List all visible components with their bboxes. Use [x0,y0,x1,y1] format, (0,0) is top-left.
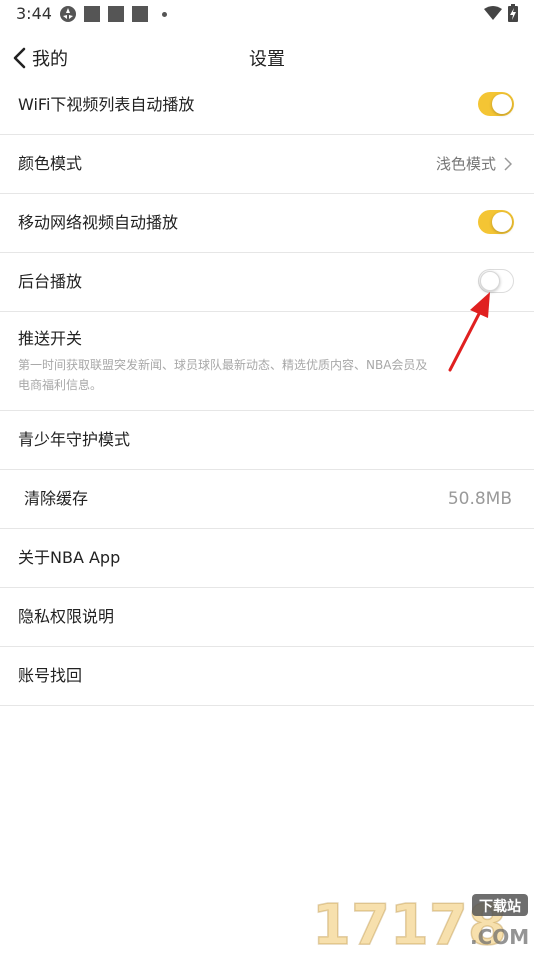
setting-color-mode[interactable]: 颜色模式 浅色模式 [0,135,534,194]
toggle-knob [492,94,512,114]
status-bar: 3:44 [0,0,534,28]
color-mode-value: 浅色模式 [435,155,496,173]
setting-youth-mode[interactable]: 青少年守护模式 [0,411,534,470]
push-description-line: 电商福利信息。 [18,378,103,392]
setting-label: 后台播放 [18,272,83,291]
watermark-tag: 下载站 [479,898,521,915]
page-title: 设置 [249,49,285,70]
header: 我的 设置 [0,36,534,80]
chevron-right-icon [504,157,512,171]
setting-label: 账号找回 [18,666,83,685]
setting-label: 隐私权限说明 [18,607,115,626]
setting-label: 青少年守护模式 [18,430,131,449]
toggle-knob [480,271,500,291]
setting-mobile-autoplay: 移动网络视频自动播放 [0,194,534,253]
app-logo-icon [60,6,76,22]
setting-account-recovery[interactable]: 账号找回 [0,647,534,706]
setting-label: 推送开关 [18,329,83,348]
setting-about[interactable]: 关于NBA App [0,529,534,588]
battery-charging-icon [508,4,518,22]
wifi-autoplay-toggle[interactable] [478,92,514,116]
setting-label: 清除缓存 [24,489,89,508]
setting-label: 关于NBA App [18,548,121,567]
notification-square-icon [132,6,148,22]
setting-label: WiFi下视频列表自动播放 [18,95,195,114]
status-time: 3:44 [16,4,52,23]
mobile-autoplay-toggle[interactable] [478,210,514,234]
cache-size-value: 50.8MB [447,489,512,509]
annotation-arrow-icon [448,292,490,372]
notification-square-icon [108,6,124,22]
push-description: 第一时间获取联盟突发新闻、球员球队最新动态、精选优质内容、NBA会员及 电商福利… [18,355,488,395]
watermark-graphic: 17178 下载站 .COM [311,892,529,954]
push-description-line: 第一时间获取联盟突发新闻、球员球队最新动态、精选优质内容、NBA会员及 [18,358,428,372]
setting-label: 颜色模式 [18,154,83,173]
watermark-domain: .COM [470,925,529,949]
setting-wifi-autoplay: WiFi下视频列表自动播放 [0,76,534,135]
setting-privacy[interactable]: 隐私权限说明 [0,588,534,647]
setting-label: 移动网络视频自动播放 [18,213,179,232]
wifi-icon [484,6,502,20]
watermark-logo: 17178 下载站 .COM [304,886,534,954]
notification-square-icon [84,6,100,22]
toggle-knob [492,212,512,232]
settings-list: WiFi下视频列表自动播放 颜色模式 浅色模式 移动网络视频自动播放 后台播放 … [0,76,534,706]
more-dot-icon [162,12,167,17]
setting-clear-cache[interactable]: 清除缓存 50.8MB [0,470,534,529]
